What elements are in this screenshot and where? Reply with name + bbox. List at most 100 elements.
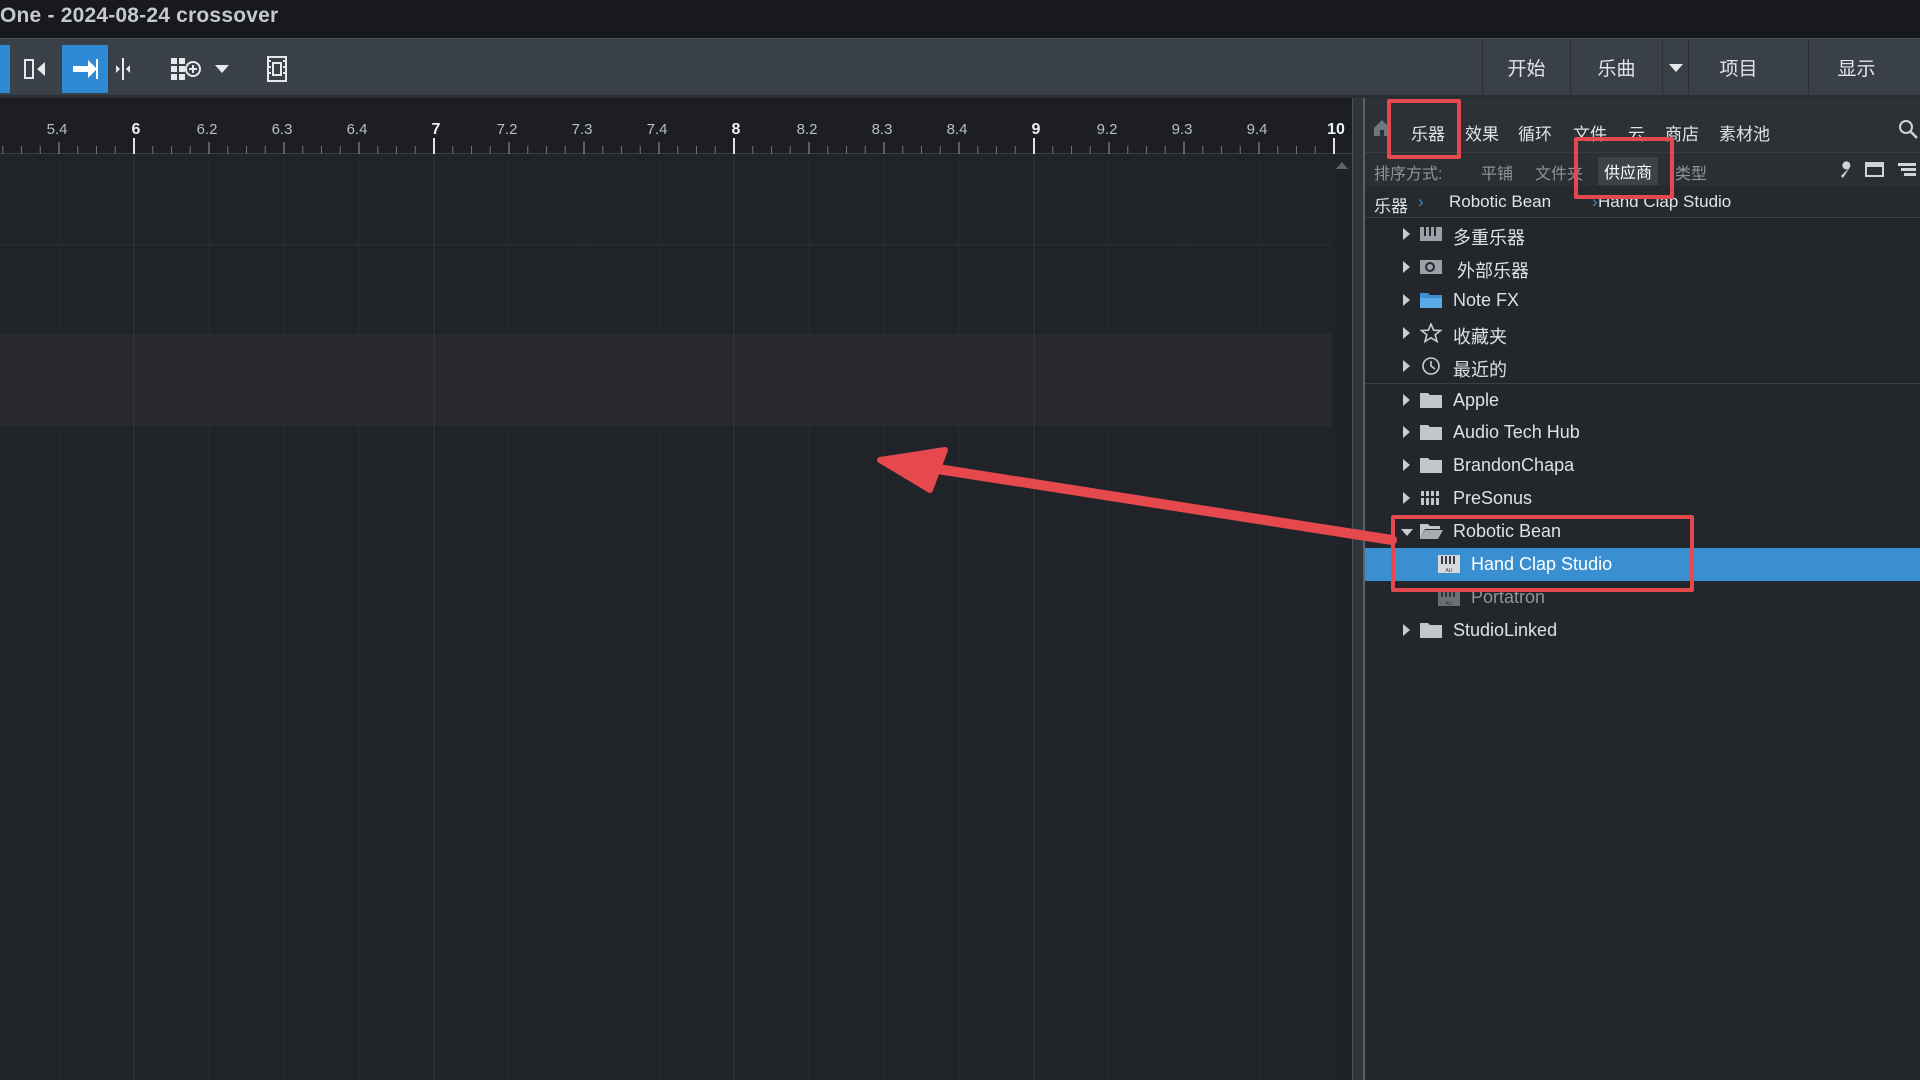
- ruler-label: 5.4: [47, 121, 68, 138]
- video-film-icon[interactable]: [262, 45, 292, 93]
- scroll-up-icon[interactable]: [1332, 155, 1352, 175]
- search-icon[interactable]: [1897, 118, 1919, 140]
- arrangement-view[interactable]: 5.4 6 6.2 6.3 6.4 7 7.2 7.3 7.4 8 8.2 8.3 8.4 9 9.2 9.3…: [0, 98, 1352, 1080]
- sort-option-type[interactable]: 类型: [1675, 160, 1707, 184]
- tab-files[interactable]: 文件: [1573, 120, 1607, 145]
- list-item-audio-tech-hub[interactable]: Audio Tech Hub: [1365, 416, 1920, 449]
- project-button[interactable]: 项目: [1688, 39, 1788, 96]
- panel-splitter[interactable]: [1352, 98, 1365, 1080]
- tool-edge-button[interactable]: [0, 45, 10, 93]
- list-item-external-instruments[interactable]: 外部乐器: [1365, 251, 1920, 284]
- list-item-brandonchapa[interactable]: BrandonChapa: [1365, 449, 1920, 482]
- sort-option-folder[interactable]: 文件夹: [1535, 160, 1583, 184]
- sort-option-vendor[interactable]: 供应商: [1598, 157, 1659, 185]
- home-icon[interactable]: [1372, 118, 1392, 138]
- split-handle-icon[interactable]: [112, 45, 134, 93]
- timeline-ruler[interactable]: 5.4 6 6.2 6.3 6.4 7 7.2 7.3 7.4 8 8.2 8.3 8.4 9 9.2 9.3…: [0, 98, 1352, 154]
- grid-dropdown-chevron-icon[interactable]: [212, 45, 232, 93]
- list-item-label: Robotic Bean: [1453, 521, 1562, 541]
- note-fx-folder-icon: [1420, 293, 1442, 308]
- ruler-label: 6.3: [272, 121, 293, 138]
- ruler-label: 8: [732, 121, 741, 138]
- list-item-label: 外部乐器: [1457, 261, 1529, 281]
- sort-row: 排序方式: 平铺 文件夹 供应商 类型: [1365, 152, 1920, 186]
- tab-cloud[interactable]: 云: [1628, 120, 1645, 145]
- browser-tabs: 乐器 效果 循环 文件 云 商店 素材池: [1365, 98, 1920, 160]
- arrangement-grid[interactable]: [0, 155, 1332, 1080]
- breadcrumb-robotic-bean[interactable]: Robotic Bean: [1449, 192, 1551, 212]
- track-lane: [0, 245, 1332, 335]
- list-item-recent[interactable]: 最近的: [1365, 350, 1920, 383]
- breadcrumb-separator-icon: ›: [1418, 192, 1424, 211]
- open-folder-icon: [1420, 524, 1443, 539]
- sort-by-label: 排序方式:: [1374, 166, 1443, 183]
- list-item-presonus[interactable]: PreSonus: [1365, 482, 1920, 515]
- list-item-label: 最近的: [1453, 360, 1507, 380]
- list-item-studiolinked[interactable]: StudioLinked: [1365, 614, 1920, 647]
- breadcrumb-hand-clap-studio[interactable]: Hand Clap Studio: [1598, 192, 1731, 212]
- clock-icon: [1422, 357, 1440, 375]
- expand-arrow-icon[interactable]: [1403, 360, 1410, 372]
- folder-icon: [1420, 425, 1442, 440]
- ruler-label: 7: [432, 121, 441, 138]
- list-options-icon[interactable]: [1896, 162, 1918, 178]
- list-item-hand-clap-studio[interactable]: AU Hand Clap Studio: [1365, 548, 1920, 581]
- list-item-label: 收藏夹: [1453, 327, 1507, 347]
- ruler-label: 9.3: [1172, 121, 1193, 138]
- breadcrumb-instruments[interactable]: 乐器: [1374, 192, 1408, 217]
- list-item-note-fx[interactable]: Note FX: [1365, 284, 1920, 317]
- expand-arrow-icon[interactable]: [1403, 459, 1410, 471]
- ruler-label: 6.2: [197, 121, 218, 138]
- snap-arrow-button[interactable]: [62, 45, 108, 93]
- start-button[interactable]: 开始: [1482, 39, 1570, 96]
- multi-instrument-icon: [1420, 227, 1442, 241]
- list-item-robotic-bean[interactable]: Robotic Bean: [1365, 515, 1920, 548]
- tab-shop[interactable]: 商店: [1665, 120, 1699, 145]
- song-dropdown-chevron-icon[interactable]: [1662, 39, 1688, 96]
- collapse-arrow-icon[interactable]: [1401, 529, 1413, 536]
- presonus-icon: [1420, 491, 1441, 505]
- ruler-label: 7.3: [572, 121, 593, 138]
- panel-view-icon[interactable]: [1865, 162, 1885, 178]
- svg-text:AU: AU: [1446, 601, 1453, 607]
- list-item-apple[interactable]: Apple: [1365, 383, 1920, 416]
- split-tool-icon[interactable]: [20, 45, 52, 93]
- ruler-label: 7.4: [647, 121, 668, 138]
- expand-arrow-icon[interactable]: [1403, 394, 1410, 406]
- list-item-label: StudioLinked: [1453, 620, 1558, 640]
- show-label: 显示: [1837, 59, 1876, 80]
- vertical-scrollbar[interactable]: [1332, 155, 1352, 1080]
- window-title: One - 2024-08-24 crossover: [0, 4, 279, 27]
- expand-arrow-icon[interactable]: [1403, 294, 1410, 306]
- grid-snap-icon[interactable]: [168, 45, 204, 93]
- tab-pool[interactable]: 素材池: [1719, 120, 1770, 145]
- expand-arrow-icon[interactable]: [1403, 624, 1410, 636]
- list-item-multi-instruments[interactable]: 多重乐器: [1365, 218, 1920, 251]
- list-item-label: 多重乐器: [1453, 228, 1525, 248]
- expand-arrow-icon[interactable]: [1403, 327, 1410, 339]
- list-item-portatron[interactable]: AU Portatron: [1365, 581, 1920, 614]
- song-button[interactable]: 乐曲: [1570, 39, 1662, 96]
- list-item-label: Portatron: [1471, 587, 1546, 607]
- expand-arrow-icon[interactable]: [1403, 492, 1410, 504]
- sort-option-flat[interactable]: 平铺: [1481, 160, 1513, 184]
- folder-icon: [1420, 458, 1442, 473]
- external-instrument-icon: [1420, 260, 1442, 274]
- expand-arrow-icon[interactable]: [1403, 426, 1410, 438]
- list-item-label: Note FX: [1453, 290, 1520, 310]
- ruler-label: 9: [1032, 121, 1041, 138]
- ruler-label: 8.3: [872, 121, 893, 138]
- wrench-icon[interactable]: [1838, 161, 1856, 179]
- ruler-label: 8.2: [797, 121, 818, 138]
- expand-arrow-icon[interactable]: [1403, 228, 1410, 240]
- breadcrumb-separator-icon: ›: [1592, 192, 1598, 211]
- expand-arrow-icon[interactable]: [1403, 261, 1410, 273]
- list-item-favorites[interactable]: 收藏夹: [1365, 317, 1920, 350]
- song-label: 乐曲: [1597, 59, 1636, 80]
- tab-instruments[interactable]: 乐器: [1411, 120, 1445, 145]
- ruler-label: 6: [132, 121, 141, 138]
- tab-loops[interactable]: 循环: [1518, 120, 1552, 145]
- list-item-label: Audio Tech Hub: [1453, 422, 1580, 442]
- show-button[interactable]: 显示: [1808, 39, 1904, 96]
- tab-effects[interactable]: 效果: [1465, 120, 1499, 145]
